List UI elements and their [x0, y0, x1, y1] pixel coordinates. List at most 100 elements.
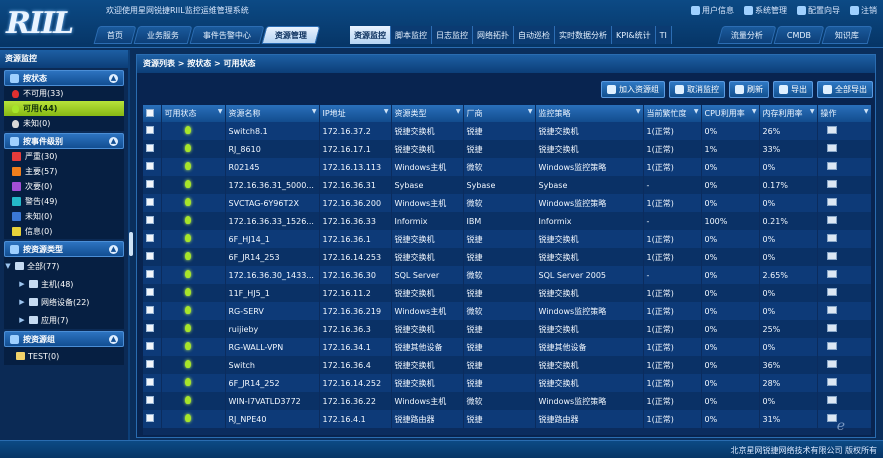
top-link-2[interactable]: 配置向导: [797, 5, 840, 16]
table-cell[interactable]: 172.16.36.31_5000...: [225, 176, 320, 194]
main-tab-2[interactable]: 事件告警中心: [189, 26, 265, 44]
sort-arrow-icon[interactable]: ▼: [384, 108, 389, 115]
level-item-1[interactable]: 主要(57): [4, 164, 124, 179]
table-cell[interactable]: WIN-I7VATLD3772: [225, 392, 320, 410]
sub-tab-5[interactable]: 实时数据分析: [555, 26, 612, 44]
row-select-cell[interactable]: [143, 266, 162, 284]
table-row[interactable]: RG-SERV 172.16.36.219 Windows主机 微软 Windows监控…: [143, 302, 871, 320]
group-by-type[interactable]: 按资源类型 ▲: [4, 241, 124, 257]
row-select-cell[interactable]: [143, 212, 162, 230]
status-item-2[interactable]: 未知(0): [4, 116, 124, 131]
main-tab-3[interactable]: 资源管理: [261, 26, 321, 44]
chevron-right-icon[interactable]: ▶: [18, 298, 26, 306]
toolbar-button-3[interactable]: 导出: [773, 81, 813, 98]
main-tab-right-1[interactable]: CMDB: [773, 26, 825, 44]
sort-arrow-icon[interactable]: ▼: [864, 108, 869, 115]
row-select-cell[interactable]: [143, 284, 162, 302]
toolbar-button-2[interactable]: 刷新: [729, 81, 769, 98]
group-by-status[interactable]: 按状态 ▲: [4, 70, 124, 86]
sort-arrow-icon[interactable]: ▼: [456, 108, 461, 115]
column-header-6[interactable]: 当前繁忙度 ▼: [643, 105, 702, 122]
row-select-cell[interactable]: [143, 194, 162, 212]
row-select-cell[interactable]: [143, 374, 162, 392]
operation-icon[interactable]: [826, 252, 837, 260]
column-header-5[interactable]: 监控策略 ▼: [535, 105, 644, 122]
operation-icon[interactable]: [826, 306, 837, 314]
operation-icon[interactable]: [826, 360, 837, 368]
sidebar-splitter-handle[interactable]: [129, 232, 133, 256]
table-row[interactable]: 6F_JR14_252 172.16.14.252 锐捷交换机 锐捷 锐捷交换机 1(正常…: [143, 374, 871, 392]
sort-arrow-icon[interactable]: ▼: [636, 108, 641, 115]
type-tree-item-1[interactable]: ▶ 网络设备(22): [4, 293, 124, 311]
table-cell[interactable]: RJ_NPE40: [225, 410, 320, 428]
row-checkbox[interactable]: [146, 360, 154, 368]
table-row[interactable]: ruijieby 172.16.36.3 锐捷交换机 锐捷 锐捷交换机 1(正常) 0% 25…: [143, 320, 871, 338]
operation-icon[interactable]: [826, 198, 837, 206]
table-cell[interactable]: R02145: [225, 158, 320, 176]
table-cell[interactable]: RG-WALL-VPN: [225, 338, 320, 356]
operation-icon[interactable]: [826, 414, 837, 422]
sort-arrow-icon[interactable]: ▼: [694, 108, 699, 115]
collapse-icon[interactable]: ▲: [109, 244, 118, 254]
row-checkbox[interactable]: [146, 198, 154, 206]
table-cell[interactable]: Switch8.1: [225, 122, 320, 140]
sort-arrow-icon[interactable]: ▼: [810, 108, 815, 115]
top-link-0[interactable]: 用户信息: [691, 5, 734, 16]
sort-arrow-icon[interactable]: ▼: [528, 108, 533, 115]
table-row[interactable]: 11F_HJ5_1 172.16.11.2 锐捷交换机 锐捷 锐捷交换机 1(正常) 0% 0…: [143, 284, 871, 302]
select-all-cell[interactable]: [143, 105, 162, 122]
collapse-icon[interactable]: ▲: [109, 136, 118, 146]
row-checkbox[interactable]: [146, 288, 154, 296]
column-header-1[interactable]: 资源名称 ▼: [225, 105, 320, 122]
operation-icon[interactable]: [826, 180, 837, 188]
row-select-cell[interactable]: [143, 122, 162, 140]
row-checkbox[interactable]: [146, 234, 154, 242]
column-header-4[interactable]: 厂商 ▼: [463, 105, 536, 122]
level-item-5[interactable]: 信息(0): [4, 224, 124, 239]
row-checkbox[interactable]: [146, 396, 154, 404]
table-cell[interactable]: 6F_JR14_253: [225, 248, 320, 266]
operation-icon[interactable]: [826, 324, 837, 332]
table-row[interactable]: 6F_HJ14_1 172.16.36.1 锐捷交换机 锐捷 锐捷交换机 1(正常) 0% 0…: [143, 230, 871, 248]
group-by-resource-group[interactable]: 按资源组 ▲: [4, 331, 124, 347]
row-select-cell[interactable]: [143, 410, 162, 428]
table-row[interactable]: Switch8.1 172.16.37.2 锐捷交换机 锐捷 锐捷交换机 1(正常) 0% 2…: [143, 122, 871, 140]
row-select-cell[interactable]: [143, 158, 162, 176]
row-checkbox[interactable]: [146, 180, 154, 188]
row-select-cell[interactable]: [143, 320, 162, 338]
table-row[interactable]: RJ_NPE40 172.16.4.1 锐捷路由器 锐捷 锐捷路由器 1(正常) 0% 31%: [143, 410, 871, 428]
table-cell[interactable]: 172.16.36.33_1526...: [225, 212, 320, 230]
top-link-1[interactable]: 系统管理: [744, 5, 787, 16]
row-select-cell[interactable]: [143, 230, 162, 248]
table-cell[interactable]: SVCTAG-6Y96T2X: [225, 194, 320, 212]
toolbar-button-0[interactable]: 加入资源组: [601, 81, 665, 98]
resource-group-item-0[interactable]: TEST(0): [4, 347, 124, 365]
group-by-level[interactable]: 按事件级别 ▲: [4, 133, 124, 149]
row-checkbox[interactable]: [146, 306, 154, 314]
operation-icon[interactable]: [826, 378, 837, 386]
row-checkbox[interactable]: [146, 342, 154, 350]
select-all-checkbox[interactable]: [146, 108, 154, 117]
sub-tab-4[interactable]: 自动巡检: [514, 26, 555, 44]
row-checkbox[interactable]: [146, 144, 154, 152]
row-checkbox[interactable]: [146, 126, 154, 134]
toolbar-button-4[interactable]: 全部导出: [817, 81, 873, 98]
table-cell[interactable]: RJ_8610: [225, 140, 320, 158]
table-row[interactable]: WIN-I7VATLD3772 172.16.36.22 Windows主机 微软 Wi…: [143, 392, 871, 410]
table-row[interactable]: SVCTAG-6Y96T2X 172.16.36.200 Windows主机 微软 Wi…: [143, 194, 871, 212]
row-checkbox[interactable]: [146, 324, 154, 332]
table-cell[interactable]: Switch: [225, 356, 320, 374]
row-checkbox[interactable]: [146, 378, 154, 386]
sub-tab-1[interactable]: 脚本监控: [391, 26, 432, 44]
row-checkbox[interactable]: [146, 414, 154, 422]
level-item-4[interactable]: 未知(0): [4, 209, 124, 224]
type-tree-item-2[interactable]: ▶ 应用(7): [4, 311, 124, 329]
main-tab-right-0[interactable]: 流量分析: [717, 26, 777, 44]
column-header-8[interactable]: 内存利用率 ▼: [759, 105, 818, 122]
chevron-down-icon[interactable]: ▼: [4, 262, 12, 270]
row-checkbox[interactable]: [146, 216, 154, 224]
operation-icon[interactable]: [826, 270, 837, 278]
table-cell[interactable]: RG-SERV: [225, 302, 320, 320]
column-header-3[interactable]: 资源类型 ▼: [391, 105, 464, 122]
row-select-cell[interactable]: [143, 176, 162, 194]
